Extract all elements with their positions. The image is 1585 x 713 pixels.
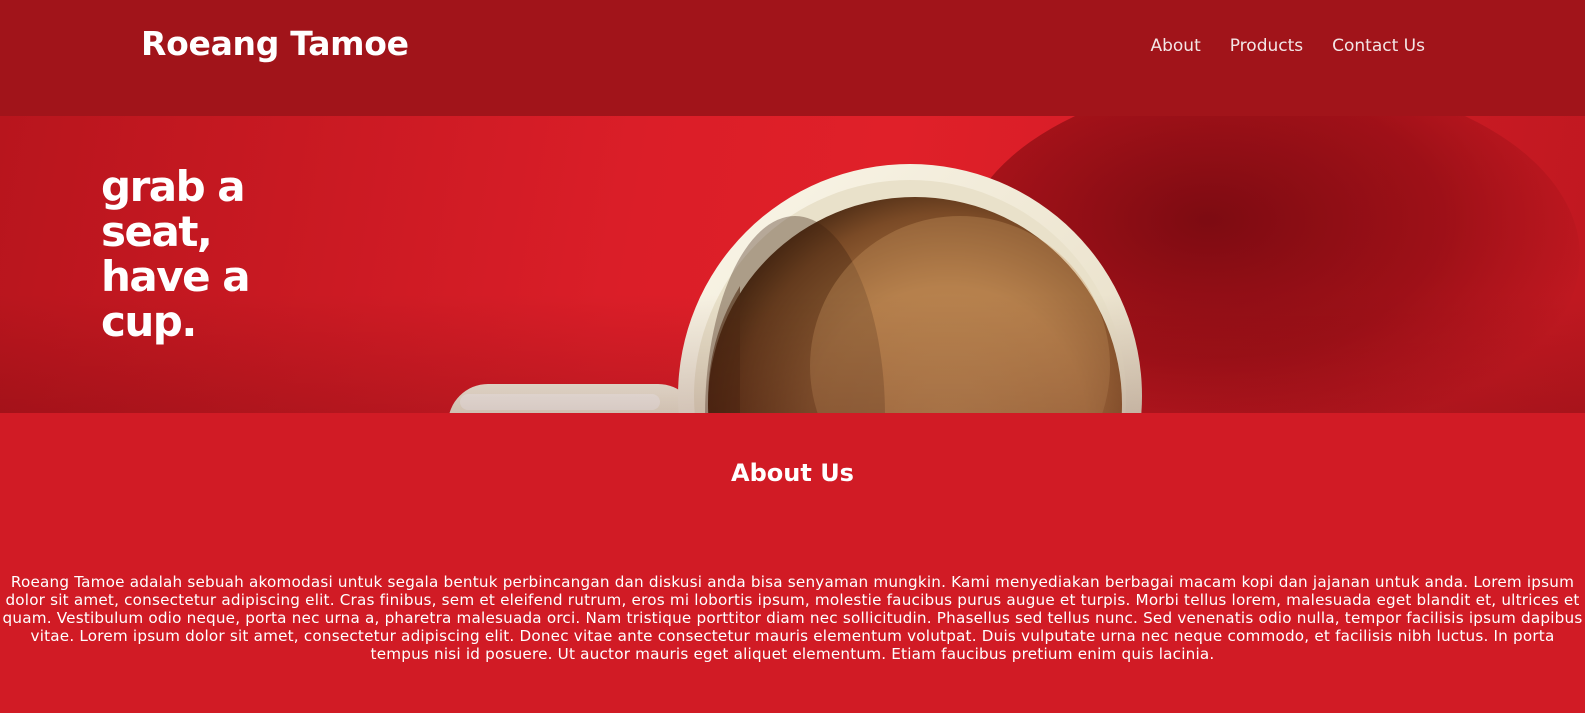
site-header: Roeang Tamoe About Products Contact Us [0,0,1585,116]
about-title: About Us [731,459,854,487]
brand-logo-text[interactable]: Roeang Tamoe [141,24,409,63]
hero-banner: grab a seat, have a cup. [0,116,1585,413]
hero-tagline: grab a seat, have a cup. [101,162,251,346]
nav-link-about[interactable]: About [1150,36,1200,56]
nav-link-contact-us[interactable]: Contact Us [1332,36,1425,56]
about-section: About Us Roeang Tamoe adalah sebuah akom… [0,413,1585,713]
nav-link-products[interactable]: Products [1230,36,1303,56]
main-nav: About Products Contact Us [1150,36,1425,56]
about-description: Roeang Tamoe adalah sebuah akomodasi unt… [2,573,1583,663]
